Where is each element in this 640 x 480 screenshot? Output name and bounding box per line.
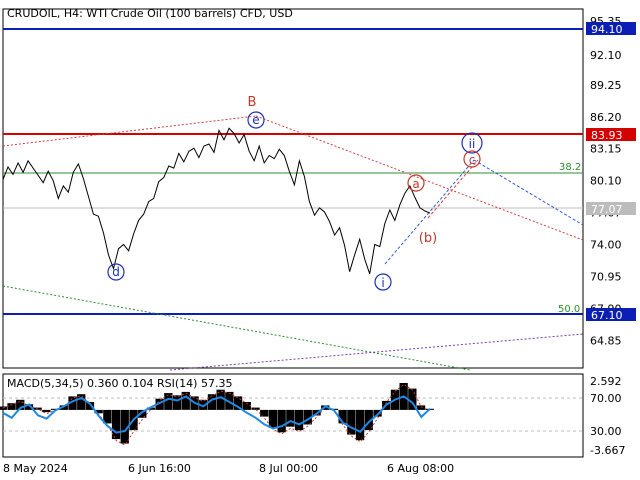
- y-tick-3: 86.20: [590, 111, 622, 124]
- price-axis: 95.3592.1089.2586.2083.1580.1077.0774.00…: [590, 15, 622, 347]
- y-tick-4: 83.15: [590, 143, 622, 156]
- chart-canvas: CRUDOIL, H4: WTI Crude Oil (100 barrels)…: [0, 7, 636, 475]
- y-tick-2: 89.25: [590, 79, 622, 92]
- macd-bar: [347, 409, 356, 435]
- x-tick-1: 8 May 2024: [3, 462, 68, 475]
- y-tick-5: 80.10: [590, 175, 622, 188]
- macd-bar: [355, 409, 365, 441]
- wave-label-c: c: [469, 153, 476, 167]
- y-tick-10: 64.85: [590, 334, 622, 347]
- wave-label-e: e: [252, 113, 259, 127]
- indicator-tick-2592: 2.592: [590, 375, 622, 388]
- indicator-tick-minus: -3.667: [590, 444, 625, 457]
- macd-bar: [42, 409, 51, 413]
- indicator-title: MACD(5,34,5) 0.360 0.104 RSI(14) 57.35: [7, 377, 232, 390]
- y-tick-7: 74.00: [590, 239, 622, 252]
- chart-title: CRUDOIL, H4: WTI Crude Oil (100 barrels)…: [7, 7, 293, 20]
- macd-bar: [7, 403, 16, 410]
- current-price-badge-label: 77.07: [591, 203, 623, 216]
- macd-bar: [277, 409, 286, 433]
- wave-label-d: d: [112, 265, 120, 279]
- x-tick-3: 8 Jul 00:00: [259, 462, 318, 475]
- indicator-tick-30: 30.00: [590, 425, 622, 438]
- level-67-badge-label: 67.10: [591, 309, 623, 322]
- macd-bar: [260, 409, 269, 417]
- indicator-tick-70: 70.00: [590, 392, 622, 405]
- macd-bar: [172, 395, 182, 410]
- x-tick-2: 6 Jun 16:00: [128, 462, 191, 475]
- wave-label-B: B: [248, 95, 257, 110]
- y-tick-1: 92.10: [590, 49, 622, 62]
- y-tick-8: 70.95: [590, 270, 622, 283]
- wave-label-ii: ii: [469, 137, 476, 151]
- macd-bar: [286, 409, 295, 427]
- x-tick-4: 6 Aug 08:00: [387, 462, 454, 475]
- fib-38-label: 38.2: [559, 162, 581, 173]
- macd-bar: [294, 409, 304, 431]
- wave-label-a: a: [412, 177, 419, 191]
- level-94-badge-label: 94.10: [591, 23, 623, 36]
- macd-bar: [251, 407, 260, 410]
- wave-label-i: i: [381, 276, 384, 290]
- fib-50-label: 50.0: [558, 304, 580, 315]
- level-84-badge-label: 83.93: [591, 129, 623, 142]
- macd-bar: [416, 405, 426, 410]
- macd-bar: [111, 409, 121, 440]
- wave-label-b: (b): [419, 231, 437, 246]
